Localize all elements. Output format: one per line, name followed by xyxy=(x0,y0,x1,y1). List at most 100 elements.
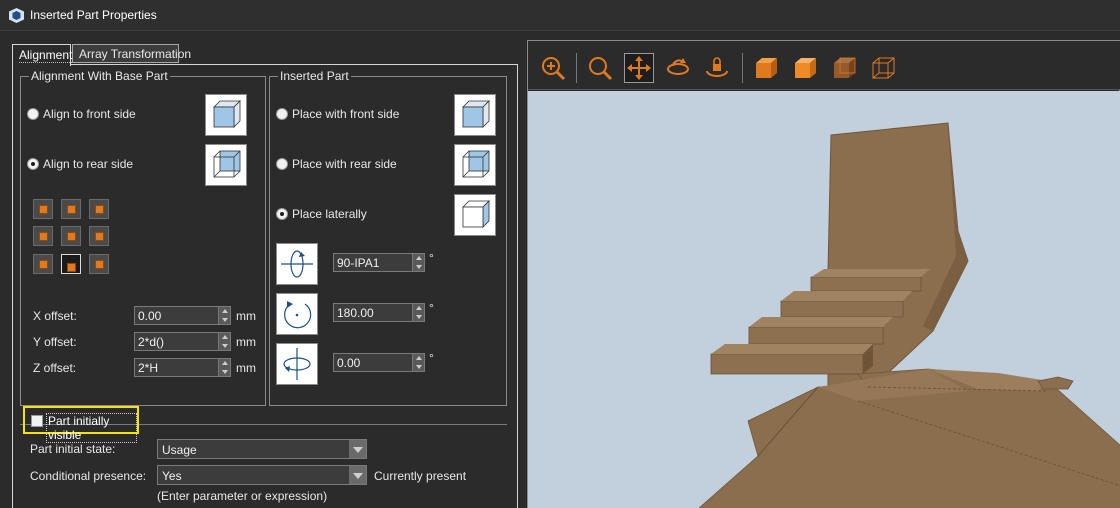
transparent-view-button[interactable] xyxy=(829,53,859,83)
z-offset-input[interactable]: 2*H xyxy=(134,358,231,377)
alignment-base-title: Alignment With Base Part xyxy=(29,69,170,83)
rotate-x-button[interactable] xyxy=(276,243,318,285)
place-rear-radio[interactable]: Place with rear side xyxy=(276,157,397,171)
front-side-cube-button[interactable] xyxy=(205,94,247,136)
x-offset-input[interactable]: 0.00 xyxy=(134,306,231,325)
3d-model xyxy=(698,122,1120,508)
part-visible-label[interactable]: Part initially visible xyxy=(46,413,137,443)
rotation-x-unit: ° xyxy=(429,251,434,265)
3d-viewer xyxy=(527,40,1120,508)
align-grid-top-left[interactable] xyxy=(33,199,53,219)
align-grid-top-right[interactable] xyxy=(89,199,109,219)
place-lateral-radio[interactable]: Place laterally xyxy=(276,207,367,221)
solid-cube-icon xyxy=(756,58,777,78)
toolbar-separator xyxy=(742,53,743,83)
wireframe-view-button[interactable] xyxy=(868,53,898,83)
properties-panel: Array Transformation Alignment Alignment… xyxy=(10,42,520,508)
rotation-z-input[interactable]: 180.00 xyxy=(333,303,425,322)
rotate-y-button[interactable] xyxy=(276,343,318,385)
solid-view-button[interactable] xyxy=(751,53,781,83)
window-title: Inserted Part Properties xyxy=(30,8,157,22)
radio-circle xyxy=(27,108,39,120)
visibility-highlight: Part initially visible xyxy=(23,406,139,443)
align-grid-bottom-center[interactable] xyxy=(61,254,81,274)
presence-hint: (Enter parameter or expression) xyxy=(157,489,328,503)
x-offset-spinner[interactable] xyxy=(218,307,230,324)
alignment-base-group: Alignment With Base Part Align to front … xyxy=(20,69,266,406)
viewer-toolbar xyxy=(528,41,1120,90)
rotate-horizontal-axis-icon xyxy=(281,250,313,278)
presence-status: Currently present xyxy=(374,469,467,483)
transparent-cube-icon xyxy=(834,57,856,78)
align-front-label: Align to front side xyxy=(43,107,136,121)
radio-circle xyxy=(276,158,288,170)
rotate-icon xyxy=(667,58,689,75)
inserted-part-title: Inserted Part xyxy=(278,69,351,83)
align-grid-middle-right[interactable] xyxy=(89,226,109,246)
rotate-normal-axis-icon xyxy=(284,301,312,329)
title-bar: Inserted Part Properties xyxy=(0,0,1120,31)
z-offset-label: Z offset: xyxy=(33,361,77,375)
place-lateral-cube-button[interactable] xyxy=(454,194,496,236)
rotate-view-button[interactable] xyxy=(663,53,693,83)
initial-state-label: Part initial state: xyxy=(30,442,116,456)
z-offset-unit: mm xyxy=(236,361,256,375)
align-grid-bottom-right[interactable] xyxy=(89,254,109,274)
tab-array-transformation[interactable]: Array Transformation xyxy=(72,44,191,63)
align-grid-top-center[interactable] xyxy=(61,199,81,219)
place-front-label: Place with front side xyxy=(292,107,400,121)
zoom-in-button[interactable] xyxy=(538,53,568,83)
shaded-view-button[interactable] xyxy=(790,53,820,83)
z-offset-spinner[interactable] xyxy=(218,359,230,376)
place-lateral-label: Place laterally xyxy=(292,207,367,221)
radio-circle xyxy=(276,108,288,120)
radio-circle xyxy=(276,208,288,220)
chevron-down-icon[interactable] xyxy=(349,440,366,458)
conditional-presence-label: Conditional presence: xyxy=(30,469,147,483)
align-front-radio[interactable]: Align to front side xyxy=(27,107,136,121)
y-offset-spinner[interactable] xyxy=(218,333,230,350)
align-grid-center[interactable] xyxy=(61,226,81,246)
y-offset-input[interactable]: 2*d() xyxy=(134,332,231,351)
initial-state-select[interactable]: Usage xyxy=(157,439,367,459)
zoom-icon xyxy=(589,57,613,81)
orbit-lock-icon xyxy=(706,57,728,77)
part-visible-checkbox[interactable] xyxy=(31,415,43,427)
x-offset-label: X offset: xyxy=(33,309,77,323)
orbit-lock-button[interactable] xyxy=(702,53,732,83)
rotate-z-button[interactable] xyxy=(276,293,318,335)
rear-side-cube-button[interactable] xyxy=(205,144,247,186)
pan-button[interactable] xyxy=(624,53,654,83)
app-icon xyxy=(9,8,24,23)
zoom-button[interactable] xyxy=(585,53,615,83)
place-front-radio[interactable]: Place with front side xyxy=(276,107,399,121)
rotation-z-spinner[interactable] xyxy=(412,304,424,321)
rotation-y-input[interactable]: 0.00 xyxy=(333,353,425,372)
place-rear-cube-button[interactable] xyxy=(454,144,496,186)
align-rear-radio[interactable]: Align to rear side xyxy=(27,157,133,171)
rotation-y-spinner[interactable] xyxy=(412,354,424,371)
front-cube-icon xyxy=(213,100,241,128)
3d-canvas[interactable] xyxy=(528,91,1120,508)
chevron-down-icon[interactable] xyxy=(349,466,366,484)
zoom-in-icon xyxy=(542,57,566,81)
rotation-x-input[interactable]: 90-IPA1 xyxy=(333,253,425,272)
align-grid-bottom-left[interactable] xyxy=(33,254,53,274)
tab-alignment[interactable]: Alignment xyxy=(12,44,73,66)
rear-cube-icon xyxy=(462,150,490,178)
wireframe-cube-icon xyxy=(872,57,895,79)
front-cube-icon xyxy=(462,100,490,128)
pan-icon xyxy=(627,56,651,80)
rotation-y-unit: ° xyxy=(429,351,434,365)
rotation-x-spinner[interactable] xyxy=(412,254,424,271)
toolbar-separator xyxy=(576,53,577,83)
conditional-presence-select[interactable]: Yes xyxy=(157,465,367,485)
x-offset-unit: mm xyxy=(236,309,256,323)
place-rear-label: Place with rear side xyxy=(292,157,397,171)
shaded-cube-icon xyxy=(795,58,816,78)
place-front-cube-button[interactable] xyxy=(454,94,496,136)
rear-cube-icon xyxy=(213,150,241,178)
rotate-vertical-axis-icon xyxy=(283,348,311,380)
y-offset-unit: mm xyxy=(236,335,256,349)
align-grid-middle-left[interactable] xyxy=(33,226,53,246)
